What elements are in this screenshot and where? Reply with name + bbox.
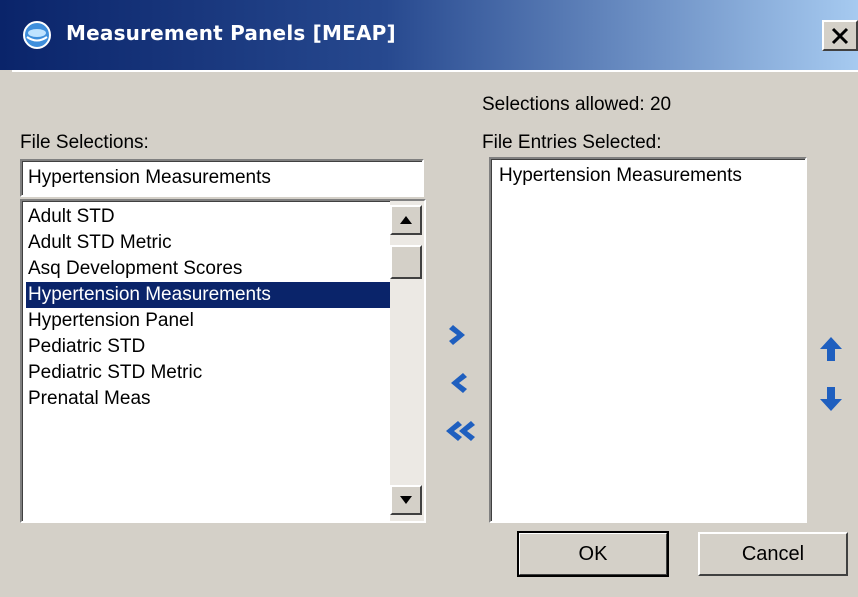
chevron-left-icon [451,373,467,393]
list-item[interactable]: Hypertension Measurements [26,282,390,308]
file-selections-list[interactable]: Adult STD Adult STD Metric Asq Development… [20,199,426,523]
title-bar[interactable]: Measurement Panels [MEAP] [0,0,858,70]
double-chevron-left-icon [446,421,475,441]
chevron-right-icon [449,325,465,345]
file-selection-input[interactable]: Hypertension Measurements [20,159,424,197]
remove-selection-button[interactable] [440,366,474,400]
dialog-title: Measurement Panels [MEAP] [66,21,396,45]
scroll-down-button[interactable] [390,485,422,515]
list-item[interactable]: Adult STD [26,204,390,230]
scroll-up-button[interactable] [390,205,422,235]
move-down-button[interactable] [814,382,848,416]
measurement-panels-dialog: Measurement Panels [MEAP] Selections all… [0,0,858,597]
ok-button[interactable]: OK [517,531,669,577]
list-item[interactable]: Asq Development Scores [26,256,390,282]
move-up-button[interactable] [814,332,848,366]
add-selection-button[interactable] [442,318,476,352]
scroll-up-arrow-icon [400,216,412,224]
file-entries-selected-label: File Entries Selected: [482,132,662,153]
scroll-thumb[interactable] [390,245,422,279]
list-item[interactable]: Prenatal Meas [26,386,390,412]
list-item[interactable]: Adult STD Metric [26,230,390,256]
list-item[interactable]: Pediatric STD Metric [26,360,390,386]
scroll-down-arrow-icon [400,496,412,504]
file-entries-selected-list[interactable]: Hypertension Measurements [489,157,807,523]
list-item[interactable]: Pediatric STD [26,334,390,360]
app-globe-icon [23,21,51,49]
file-selections-items: Adult STD Adult STD Metric Asq Development… [26,204,390,412]
selections-allowed-count: 20 [649,94,672,115]
cancel-button[interactable]: Cancel [698,532,848,576]
close-icon [831,27,849,44]
file-selections-label: File Selections: [20,132,149,153]
close-button[interactable] [822,20,858,51]
remove-all-button[interactable] [442,414,476,448]
selected-entry-item[interactable]: Hypertension Measurements [499,165,742,187]
arrow-down-icon [820,387,842,411]
selections-allowed-label: Selections allowed: 20 [482,94,671,116]
list-item[interactable]: Hypertension Panel [26,308,390,334]
arrow-up-icon [820,337,842,361]
list-scrollbar[interactable] [390,201,424,521]
selections-allowed-text: Selections allowed: [482,94,645,115]
